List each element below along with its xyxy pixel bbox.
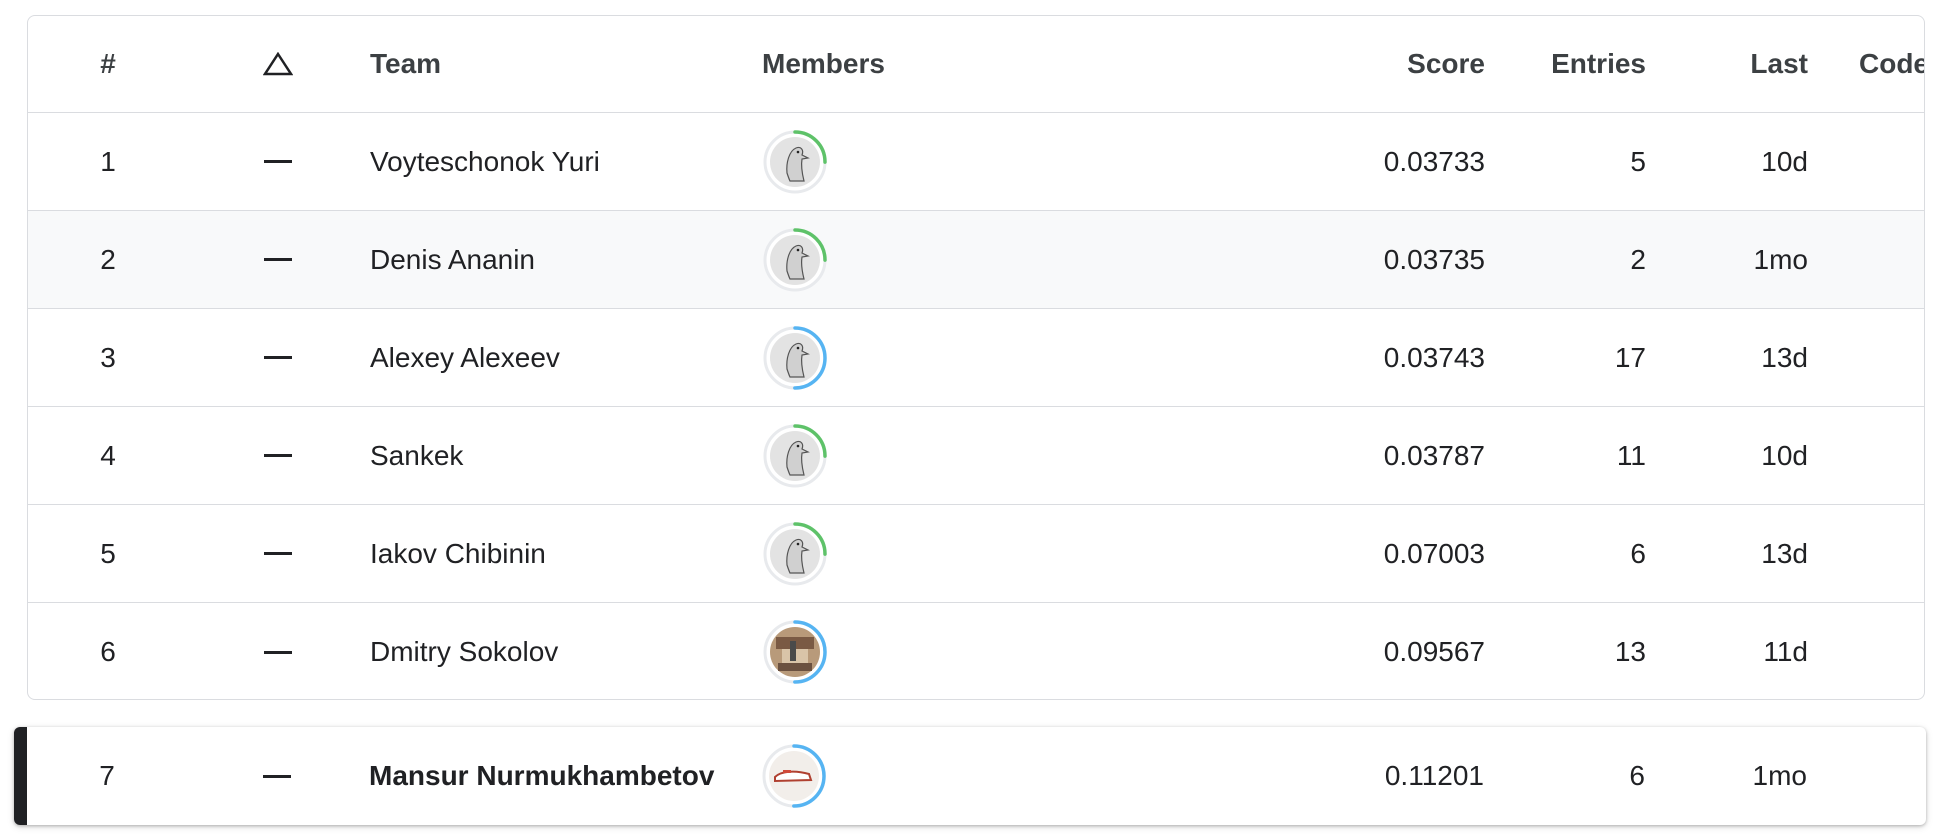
members-cell — [762, 113, 1062, 210]
score-cell: 0.07003 — [1383, 537, 1485, 569]
score-cell: 0.11201 — [1384, 760, 1484, 791]
table-row[interactable]: 3 Alexey Alexeev 0.03743 17 13d — [28, 309, 1924, 407]
last-cell: 10d — [1761, 439, 1808, 471]
no-change-dash — [264, 356, 292, 359]
header-score[interactable]: Score — [1128, 16, 1485, 112]
entries-cell: 6 — [1629, 760, 1645, 791]
rank-cell: 4 — [100, 439, 116, 471]
table-header: # Team Members Score Entries Last Code — [28, 16, 1924, 113]
entries-cell: 6 — [1630, 537, 1646, 569]
last-cell: 1mo — [1753, 243, 1808, 275]
my-team-row[interactable]: 7 Mansur Nurmukhambetov 0.11201 6 1mo — [14, 727, 1926, 825]
delta-cell — [248, 309, 308, 406]
code-cell — [1812, 727, 1926, 825]
highlight-stripe — [14, 727, 27, 825]
member-avatar[interactable] — [762, 521, 828, 587]
last-cell: 11d — [1763, 636, 1808, 667]
last-cell: 13d — [1761, 537, 1808, 569]
header-rank[interactable]: # — [78, 16, 138, 112]
last-cell: 10d — [1761, 145, 1808, 177]
no-change-dash — [263, 774, 291, 778]
team-name[interactable]: Alexey Alexeev — [370, 309, 770, 406]
member-avatar[interactable] — [762, 129, 828, 195]
score-cell: 0.03735 — [1383, 243, 1485, 275]
team-name[interactable]: Dmitry Sokolov — [370, 603, 770, 699]
score-cell: 0.03743 — [1383, 341, 1485, 373]
triangle-up-icon — [263, 52, 293, 76]
last-cell: 1mo — [1752, 760, 1807, 791]
team-name[interactable]: Voyteschonok Yuri — [370, 113, 770, 210]
table-row[interactable]: 4 Sankek 0.03787 11 10d — [28, 407, 1924, 505]
no-change-dash — [264, 258, 292, 261]
header-last[interactable]: Last — [1648, 16, 1808, 112]
score-cell: 0.03787 — [1383, 439, 1485, 471]
members-cell — [762, 211, 1062, 308]
header-code: Code — [1859, 48, 1925, 79]
team-name[interactable]: Iakov Chibinin — [370, 505, 770, 602]
rank-cell: 2 — [100, 243, 116, 275]
header-delta[interactable] — [248, 16, 308, 112]
member-avatar[interactable] — [762, 227, 828, 293]
member-avatar[interactable] — [762, 325, 828, 391]
no-change-dash — [264, 454, 292, 457]
last-cell: 13d — [1761, 341, 1808, 373]
rank-cell: 1 — [100, 145, 116, 177]
score-cell: 0.03733 — [1383, 145, 1485, 177]
leaderboard-table: # Team Members Score Entries Last Code 1… — [27, 15, 1925, 700]
no-change-dash — [264, 650, 292, 654]
header-entries[interactable]: Entries — [1488, 16, 1646, 112]
member-avatar[interactable] — [761, 743, 827, 809]
table-row[interactable]: 7 Mansur Nurmukhambetov 0.11201 6 1mo — [27, 727, 1926, 825]
entries-cell: 17 — [1614, 341, 1646, 373]
entries-cell: 13 — [1614, 636, 1646, 667]
team-name[interactable]: Mansur Nurmukhambetov — [369, 727, 769, 825]
members-cell — [762, 309, 1062, 406]
members-cell — [762, 407, 1062, 504]
delta-cell — [248, 505, 308, 602]
rank-cell: 5 — [100, 537, 116, 569]
team-name[interactable]: Sankek — [370, 407, 770, 504]
delta-cell — [248, 407, 308, 504]
members-cell — [762, 505, 1062, 602]
delta-cell — [248, 603, 308, 699]
code-cell — [1813, 603, 1924, 699]
rank-cell: 7 — [99, 760, 115, 791]
delta-cell — [247, 727, 307, 825]
header-members: Members — [762, 48, 885, 79]
delta-cell — [248, 113, 308, 210]
table-row[interactable]: 1 Voyteschonok Yuri 0.03733 5 10d — [28, 113, 1924, 211]
code-cell — [1813, 309, 1924, 406]
members-cell — [762, 603, 1062, 699]
rank-cell: 6 — [100, 636, 116, 667]
table-row[interactable]: 6 Dmitry Sokolov 0.09567 13 11d — [28, 603, 1924, 699]
rank-cell: 3 — [100, 341, 116, 373]
members-cell — [761, 727, 1061, 825]
code-cell — [1813, 407, 1924, 504]
member-avatar[interactable] — [762, 619, 828, 685]
entries-cell: 2 — [1630, 243, 1646, 275]
no-change-dash — [264, 160, 292, 163]
member-avatar[interactable] — [762, 423, 828, 489]
table-row[interactable]: 2 Denis Ananin 0.03735 2 1mo — [28, 211, 1924, 309]
no-change-dash — [264, 552, 292, 555]
score-cell: 0.09567 — [1383, 636, 1485, 667]
code-cell — [1813, 211, 1924, 308]
delta-cell — [248, 211, 308, 308]
code-cell — [1813, 113, 1924, 210]
entries-cell: 5 — [1630, 145, 1646, 177]
entries-cell: 11 — [1616, 439, 1646, 471]
table-row[interactable]: 5 Iakov Chibinin 0.07003 6 13d — [28, 505, 1924, 603]
team-name[interactable]: Denis Ananin — [370, 211, 770, 308]
header-team[interactable]: Team — [370, 16, 770, 112]
code-cell — [1813, 505, 1924, 602]
